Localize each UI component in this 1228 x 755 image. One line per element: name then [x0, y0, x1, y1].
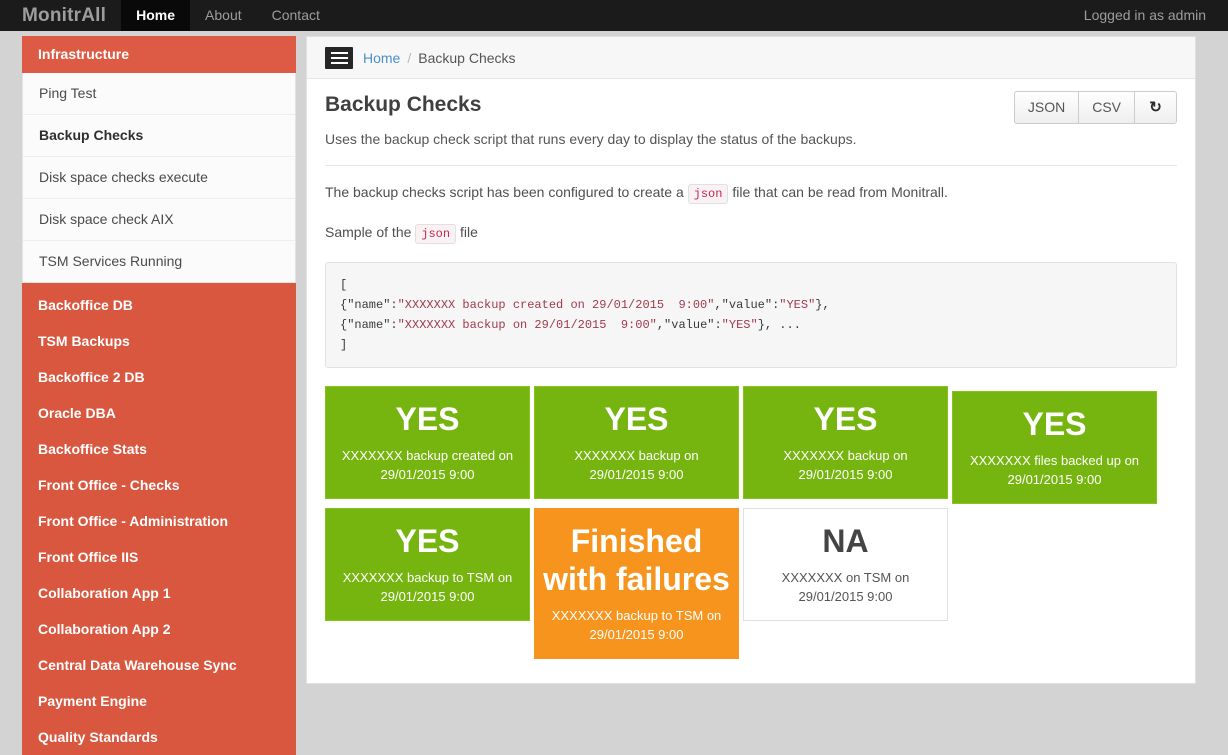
csv-button[interactable]: CSV: [1078, 91, 1135, 124]
sidebar-item-tsm-services-running[interactable]: TSM Services Running: [23, 240, 295, 282]
top-navbar: MonitrAll Home About Contact Logged in a…: [0, 0, 1228, 31]
nav-link-contact[interactable]: Contact: [257, 0, 335, 31]
code-line-1: [: [340, 278, 348, 292]
nav-link-home[interactable]: Home: [121, 0, 191, 31]
hamburger-bar: [330, 56, 348, 59]
breadcrumb: Home / Backup Checks: [307, 37, 1195, 79]
status-tile-value: YES: [604, 401, 669, 437]
breadcrumb-link-home[interactable]: Home: [363, 50, 400, 66]
status-tile[interactable]: NA XXXXXXX on TSM on 29/01/2015 9:00: [743, 508, 948, 621]
code-line-2-string-name: "XXXXXXX backup created on 29/01/2015 9:…: [397, 298, 715, 312]
sidebar-item-disk-space-checks-execute[interactable]: Disk space checks execute: [23, 156, 295, 198]
status-tile[interactable]: YES XXXXXXX backup to TSM on 29/01/2015 …: [325, 508, 530, 621]
sidebar-header-infrastructure[interactable]: Infrastructure: [22, 36, 296, 73]
user-status: Logged in as admin: [1083, 7, 1206, 23]
divider: [325, 165, 1177, 166]
status-tile-value: YES: [395, 523, 460, 559]
json-code-tag: json: [415, 224, 457, 244]
sidebar-item-backoffice-stats[interactable]: Backoffice Stats: [22, 431, 296, 467]
status-tiles: YES XXXXXXX backup created on 29/01/2015…: [325, 386, 1177, 683]
json-button[interactable]: JSON: [1013, 91, 1080, 124]
export-button-group: JSON CSV ↻: [1013, 91, 1177, 124]
refresh-button[interactable]: ↻: [1134, 91, 1177, 124]
status-tile-label: XXXXXXX backup on 29/01/2015 9:00: [574, 448, 699, 482]
code-line-4: ]: [340, 338, 348, 352]
sample-text-after: file: [459, 224, 478, 240]
status-tile-label: XXXXXXX files backed up on 29/01/2015 9:…: [969, 453, 1140, 487]
content-panel: Home / Backup Checks JSON CSV ↻ Backup C…: [306, 36, 1196, 684]
json-sample-code-block: [ {"name":"XXXXXXX backup created on 29/…: [325, 262, 1177, 368]
status-tile-value: NA: [822, 523, 869, 559]
sidebar-item-payment-engine[interactable]: Payment Engine: [22, 683, 296, 719]
sidebar-item-oracle-dba[interactable]: Oracle DBA: [22, 395, 296, 431]
status-tile-value: YES: [1022, 406, 1087, 442]
intro-text-after: file that can be read from Monitrall.: [732, 184, 948, 200]
sidebar-item-disk-space-check-aix[interactable]: Disk space check AIX: [23, 198, 295, 240]
sidebar-item-backup-checks[interactable]: Backup Checks: [23, 114, 295, 156]
json-code-tag: json: [687, 184, 729, 204]
intro-paragraph: The backup checks script has been config…: [325, 182, 1177, 204]
code-line-3-pre: {"name":: [340, 318, 398, 332]
breadcrumb-current: Backup Checks: [418, 49, 516, 66]
sidebar-item-ping-test[interactable]: Ping Test: [23, 73, 295, 114]
code-line-2-string-value: "YES": [779, 298, 816, 312]
sidebar: Infrastructure Ping Test Backup Checks D…: [22, 36, 296, 755]
code-line-3-post: }, ...: [757, 318, 801, 332]
tile-row: YES XXXXXXX backup created on 29/01/2015…: [325, 386, 1177, 504]
status-tile-label: XXXXXXX backup created on 29/01/2015 9:0…: [341, 448, 514, 482]
hamburger-bar: [330, 61, 348, 64]
panel-body: JSON CSV ↻ Backup Checks Uses the backup…: [307, 79, 1195, 683]
status-tile-label: XXXXXXX backup on 29/01/2015 9:00: [783, 448, 908, 482]
code-line-3-string-name: "XXXXXXX backup on 29/01/2015 9:00": [397, 318, 657, 332]
status-tile-value: YES: [813, 401, 878, 437]
code-line-3-mid: ,"value":: [656, 318, 722, 332]
status-tile[interactable]: YES XXXXXXX backup created on 29/01/2015…: [325, 386, 530, 499]
sidebar-item-backoffice-db[interactable]: Backoffice DB: [22, 287, 296, 323]
status-tile[interactable]: Finished with failures XXXXXXX backup to…: [534, 508, 739, 659]
sidebar-item-collaboration-app-2[interactable]: Collaboration App 2: [22, 611, 296, 647]
tile-row: YES XXXXXXX backup to TSM on 29/01/2015 …: [325, 508, 1177, 659]
code-line-2-mid: ,"value":: [714, 298, 780, 312]
code-line-3-string-value: "YES": [721, 318, 758, 332]
sidebar-group-list: Backoffice DB TSM Backups Backoffice 2 D…: [22, 283, 296, 755]
status-tile-label: XXXXXXX backup to TSM on 29/01/2015 9:00: [342, 570, 513, 604]
sample-paragraph: Sample of the json file: [325, 222, 1177, 244]
nav-link-about[interactable]: About: [190, 0, 257, 31]
page-description: Uses the backup check script that runs e…: [325, 131, 857, 147]
sidebar-item-central-data-warehouse-sync[interactable]: Central Data Warehouse Sync: [22, 647, 296, 683]
sidebar-item-tsm-backups[interactable]: TSM Backups: [22, 323, 296, 359]
sidebar-item-front-office-iis[interactable]: Front Office IIS: [22, 539, 296, 575]
sidebar-item-backoffice-2-db[interactable]: Backoffice 2 DB: [22, 359, 296, 395]
status-tile-label: XXXXXXX on TSM on 29/01/2015 9:00: [781, 570, 910, 604]
code-line-2-pre: {"name":: [340, 298, 398, 312]
code-line-2-post: },: [815, 298, 830, 312]
sidebar-item-front-office-checks[interactable]: Front Office - Checks: [22, 467, 296, 503]
status-tile-value: Finished with failures: [543, 523, 730, 597]
hamburger-icon[interactable]: [325, 46, 353, 69]
status-tile-value: YES: [395, 401, 460, 437]
intro-text-before: The backup checks script has been config…: [325, 184, 684, 200]
app-brand[interactable]: MonitrAll: [0, 0, 121, 31]
nav-links: Home About Contact: [121, 0, 335, 31]
sidebar-item-collaboration-app-1[interactable]: Collaboration App 1: [22, 575, 296, 611]
sidebar-infrastructure-list: Ping Test Backup Checks Disk space check…: [22, 73, 296, 283]
sidebar-item-front-office-administration[interactable]: Front Office - Administration: [22, 503, 296, 539]
status-tile[interactable]: YES XXXXXXX files backed up on 29/01/201…: [952, 391, 1157, 504]
status-tile[interactable]: YES XXXXXXX backup on 29/01/2015 9:00: [743, 386, 948, 499]
sample-text-before: Sample of the: [325, 224, 412, 240]
status-tile[interactable]: YES XXXXXXX backup on 29/01/2015 9:00: [534, 386, 739, 499]
refresh-icon: ↻: [1149, 99, 1162, 116]
hamburger-bar: [330, 51, 348, 54]
status-tile-label: XXXXXXX backup to TSM on 29/01/2015 9:00: [551, 608, 722, 642]
breadcrumb-separator: /: [407, 49, 412, 66]
sidebar-item-quality-standards[interactable]: Quality Standards: [22, 719, 296, 755]
